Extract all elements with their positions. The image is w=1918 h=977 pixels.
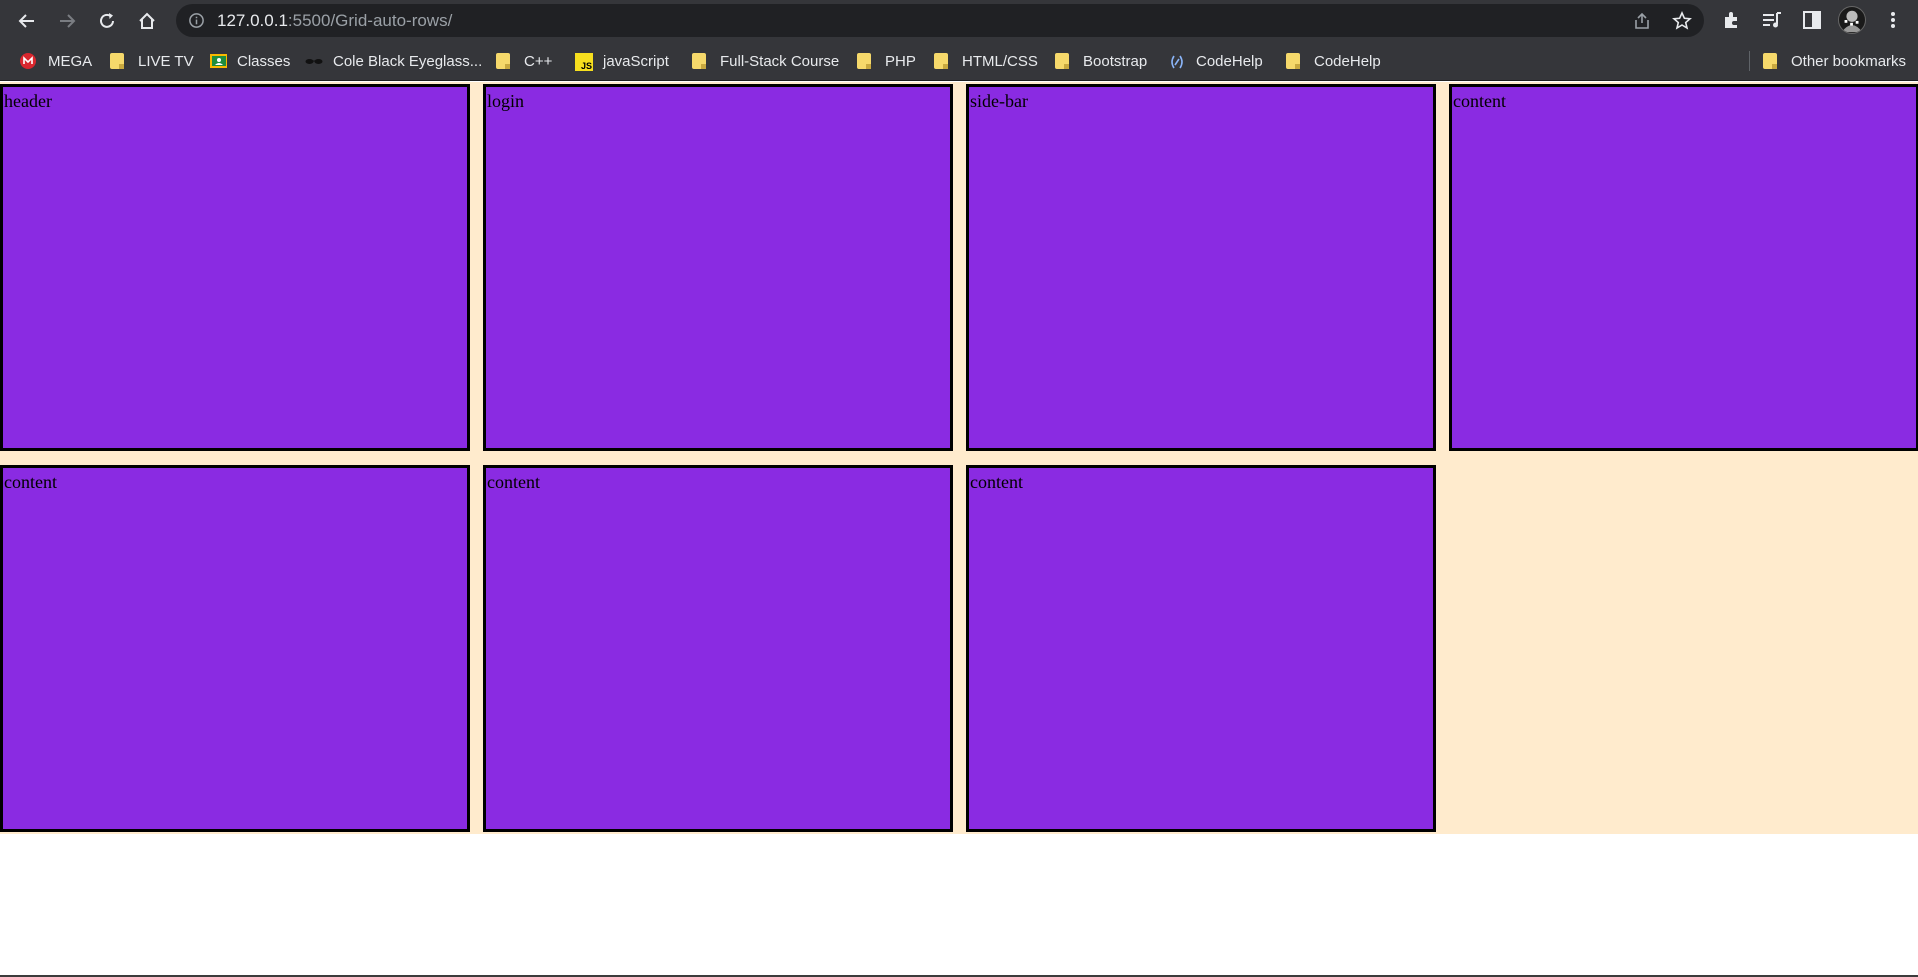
bookmark-label: javaScript [603,52,669,70]
grid-container: header login side-bar content content co… [0,82,1918,834]
menu-kebab-icon[interactable] [1882,9,1904,31]
other-bookmarks[interactable]: Other bookmarks [1763,41,1906,81]
classroom-icon [209,53,228,69]
bookmark-php[interactable]: PHP [857,41,916,81]
grid-item-login: login [483,84,953,451]
share-icon[interactable] [1632,11,1652,31]
bookmark-label: Cole Black Eyeglass... [333,52,483,70]
grid-item-header: header [0,84,470,451]
grid-item-side-bar: side-bar [966,84,1436,451]
grid-item-label: login [487,91,525,111]
svg-text:JS: JS [581,61,592,71]
folder-icon [1055,53,1071,69]
bookmark-star-icon[interactable] [1672,11,1692,31]
eyeglasses-icon [305,53,323,69]
bookmark-label: Classes [237,52,291,70]
bookmark-full-stack-course[interactable]: Full-Stack Course [692,41,839,81]
bookmark-codehelp-site[interactable]: CodeHelp [1168,41,1263,81]
page-viewport: header login side-bar content content co… [0,82,1918,977]
url-host: 127.0.0.1 [217,11,288,30]
folder-icon [1763,53,1779,69]
forward-arrow-icon [60,14,76,28]
grid-item-content: content [483,465,953,832]
codehelp-icon [1168,53,1184,69]
folder-icon [934,53,950,69]
site-info-icon[interactable] [188,12,205,29]
grid-item-label: content [1453,91,1506,111]
back-button[interactable] [14,8,40,34]
url-path: :5500/Grid-auto-rows/ [287,11,453,30]
bookmarks-separator [1749,51,1750,71]
reload-button[interactable] [94,8,120,34]
js-icon: JS [575,53,593,71]
bookmark-cpp[interactable]: C++ [496,41,552,81]
profile-avatar[interactable] [1838,6,1866,34]
grid-item-label: side-bar [970,91,1028,111]
bookmark-label: CodeHelp [1314,52,1381,70]
address-bar[interactable]: 127.0.0.1:5500/Grid-auto-rows/ [176,4,1704,37]
mega-icon [20,53,36,69]
folder-icon [857,53,873,69]
bookmark-label: HTML/CSS [962,52,1038,70]
media-control-icon[interactable] [1761,9,1783,31]
bookmarks-bar: MEGA LIVE TV Classes Cole Black Eyeglass… [0,41,1918,81]
bookmark-eyeglasses[interactable]: Cole Black Eyeglass... [305,41,482,81]
grid-item-content: content [966,465,1436,832]
bookmark-label: Full-Stack Course [720,52,840,70]
other-bookmarks-label: Other bookmarks [1791,52,1907,70]
grid-item-label: header [4,91,52,111]
back-arrow-icon [18,14,34,28]
reload-icon [100,13,114,28]
bookmark-html-css[interactable]: HTML/CSS [934,41,1038,81]
bookmark-live-tv[interactable]: LIVE TV [110,41,194,81]
home-button[interactable] [134,8,160,34]
bookmark-codehelp-folder[interactable]: CodeHelp [1286,41,1381,81]
folder-icon [496,53,512,69]
grid-item-label: content [4,472,57,492]
bookmark-label: Bootstrap [1083,52,1148,70]
grid-item-label: content [487,472,540,492]
grid-item-label: content [970,472,1023,492]
bookmark-javascript[interactable]: JS javaScript [575,41,669,81]
side-panel-icon[interactable] [1801,9,1823,31]
bookmark-label: PHP [885,52,916,70]
bookmark-classes[interactable]: Classes [209,41,290,81]
folder-icon [1286,53,1302,69]
grid-item-content: content [0,465,470,832]
grid-item-content: content [1449,84,1918,451]
bookmark-label: MEGA [48,52,93,70]
url-text[interactable]: 127.0.0.1:5500/Grid-auto-rows/ [217,12,452,29]
folder-icon [692,53,708,69]
bookmark-label: CodeHelp [1196,52,1263,70]
browser-toolbar: 127.0.0.1:5500/Grid-auto-rows/ [0,0,1918,41]
avatar-image-icon [1841,10,1863,33]
folder-icon [110,53,126,69]
bookmark-bootstrap[interactable]: Bootstrap [1055,41,1147,81]
bookmark-mega[interactable]: MEGA [20,41,92,81]
forward-button[interactable] [54,8,80,34]
bookmark-label: LIVE TV [138,52,194,70]
home-icon [139,12,155,29]
extensions-icon[interactable] [1721,9,1743,31]
bookmark-label: C++ [524,52,553,70]
